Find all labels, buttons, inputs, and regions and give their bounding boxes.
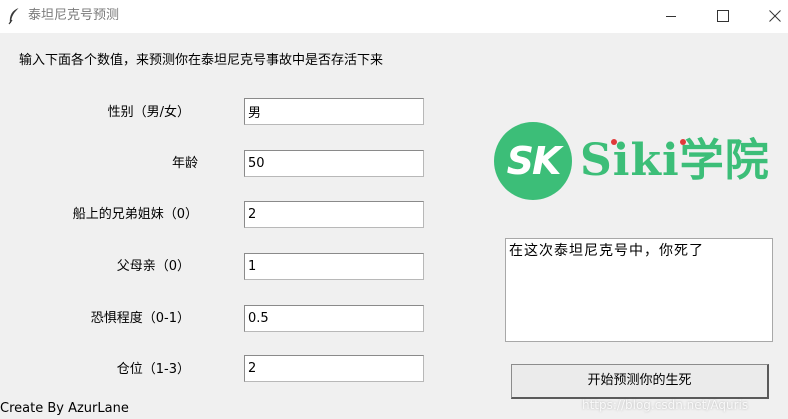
fear-level-label: 恐惧程度（0-1） xyxy=(90,311,190,326)
maximize-button[interactable] xyxy=(700,0,746,33)
title-bar: 泰坦尼克号预测 xyxy=(0,0,788,33)
parents-label: 父母亲（0） xyxy=(116,259,190,274)
siblings-label: 船上的兄弟姐妹（0） xyxy=(72,207,198,222)
age-label: 年龄 xyxy=(171,156,198,171)
window-title: 泰坦尼克号预测 xyxy=(28,8,120,23)
result-textbox[interactable]: 在这次泰坦尼克号中，你死了 xyxy=(505,238,773,342)
close-button[interactable] xyxy=(752,0,788,33)
fear-level-input[interactable] xyxy=(244,305,424,332)
gender-label: 性别（男/女） xyxy=(107,105,190,120)
siki-logo: SK Siki学院 xyxy=(494,122,788,200)
gender-input[interactable] xyxy=(244,98,424,125)
predict-button[interactable]: 开始预测你的生死 xyxy=(511,364,769,399)
close-icon xyxy=(769,10,781,22)
logo-text: Siki学院 xyxy=(580,135,770,186)
logo-mark: SK xyxy=(506,139,562,183)
instruction-label: 输入下面各个数值，来预测你在泰坦尼克号事故中是否存活下来 xyxy=(19,53,384,68)
logo-dot xyxy=(611,139,617,145)
parents-input[interactable] xyxy=(244,253,424,280)
maximize-icon xyxy=(717,10,729,22)
feather-icon xyxy=(6,7,22,25)
age-input[interactable] xyxy=(244,150,424,177)
logo-dot xyxy=(680,139,686,145)
minimize-icon xyxy=(666,16,676,17)
credit-label: Create By AzurLane xyxy=(0,401,129,416)
watermark: https://blog.csdn.net/Aquris xyxy=(582,398,749,412)
siblings-input[interactable] xyxy=(244,201,424,228)
logo-circle: SK xyxy=(494,122,572,200)
cabin-class-input[interactable] xyxy=(244,355,424,382)
minimize-button[interactable] xyxy=(648,0,694,33)
cabin-class-label: 仓位（1-3） xyxy=(116,362,190,377)
